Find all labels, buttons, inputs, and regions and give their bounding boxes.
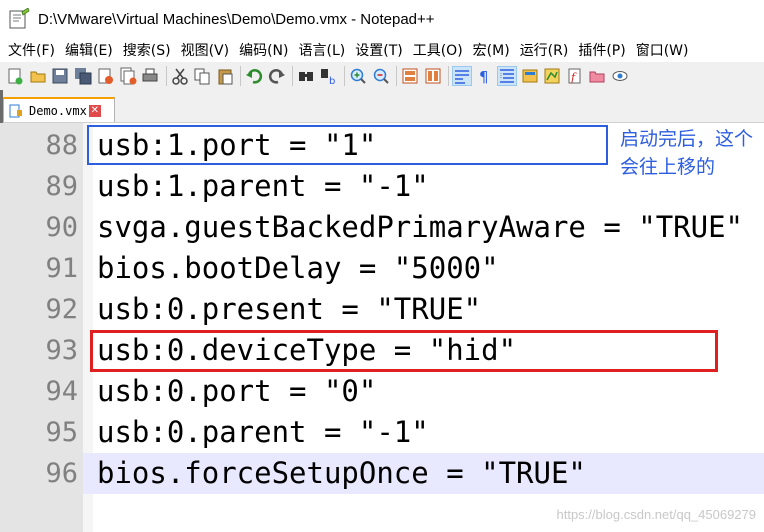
user-lang-icon[interactable] xyxy=(521,67,539,85)
indent-guide-icon[interactable] xyxy=(497,66,517,86)
menu-item[interactable]: 文件(F) xyxy=(8,40,55,60)
close-icon[interactable] xyxy=(96,67,114,85)
menu-bar: 文件(F) 编辑(E) 搜索(S) 视图(V) 编码(N) 语言(L) 设置(T) 工具(O)… xyxy=(0,38,764,62)
svg-text:¶: ¶ xyxy=(479,68,489,85)
window-title: D:\VMware\Virtual Machines\Demo\Demo.vmx… xyxy=(38,10,435,28)
menu-item[interactable]: 工具(O) xyxy=(413,40,463,60)
toolbar: b ¶ f xyxy=(0,62,764,90)
function-list-icon[interactable]: f xyxy=(566,67,584,85)
line-text: usb:1.parent = "-1" xyxy=(97,169,429,203)
tab-close-icon[interactable]: ✕ xyxy=(88,104,101,117)
menu-item[interactable]: 编辑(E) xyxy=(65,40,113,60)
print-icon[interactable] xyxy=(141,67,159,85)
highlight-box-blue xyxy=(87,125,608,165)
menu-item[interactable]: 编码(N) xyxy=(239,40,288,60)
close-all-icon[interactable] xyxy=(119,67,137,85)
save-all-icon[interactable] xyxy=(74,67,92,85)
tab-demo-vmx[interactable]: Demo.vmx ✕ xyxy=(3,97,115,122)
zoom-out-icon[interactable] xyxy=(372,67,390,85)
editor-line[interactable]: 92 usb:0.present = "TRUE" xyxy=(0,289,764,330)
notepad-plus-plus-icon xyxy=(9,8,30,29)
copy-icon[interactable] xyxy=(193,67,211,85)
menu-item[interactable]: 宏(M) xyxy=(473,40,510,60)
toolbar-separator xyxy=(448,66,449,86)
editor-line[interactable]: 94 usb:0.port = "0" xyxy=(0,371,764,412)
doc-map-icon[interactable] xyxy=(543,67,561,85)
find-icon[interactable] xyxy=(297,67,315,85)
show-all-chars-icon[interactable]: ¶ xyxy=(476,67,494,85)
menu-item[interactable]: 插件(P) xyxy=(578,40,625,60)
toolbar-separator xyxy=(165,66,167,86)
line-number: 88 xyxy=(45,130,78,161)
line-text: bios.bootDelay = "5000" xyxy=(97,251,499,285)
toolbar-separator xyxy=(396,66,397,86)
menu-item[interactable]: 运行(R) xyxy=(520,40,569,60)
line-text: bios.forceSetupOnce = "TRUE" xyxy=(97,456,586,490)
sync-horizontal-icon[interactable] xyxy=(424,67,442,85)
monitor-icon[interactable] xyxy=(611,67,629,85)
line-text: svga.guestBackedPrimaryAware = "TRUE" xyxy=(97,210,744,244)
line-number: 91 xyxy=(45,253,78,284)
title-bar: D:\VMware\Virtual Machines\Demo\Demo.vmx… xyxy=(0,0,764,38)
editor-line[interactable]: 95 usb:0.parent = "-1" xyxy=(0,412,764,453)
document-icon xyxy=(9,104,22,117)
line-text: usb:0.present = "TRUE" xyxy=(97,292,482,326)
line-text: usb:0.port = "0" xyxy=(97,374,377,408)
save-icon[interactable] xyxy=(51,67,69,85)
menu-item[interactable]: 搜索(S) xyxy=(123,40,171,60)
undo-icon[interactable] xyxy=(245,67,263,85)
word-wrap-icon[interactable] xyxy=(452,66,472,86)
tab-bar: Demo.vmx ✕ xyxy=(0,90,764,123)
sync-vertical-icon[interactable] xyxy=(401,67,419,85)
line-number: 94 xyxy=(45,376,78,407)
cut-icon[interactable] xyxy=(171,67,189,85)
folder-workspace-icon[interactable] xyxy=(588,67,606,85)
zoom-in-icon[interactable] xyxy=(349,67,367,85)
open-file-icon[interactable] xyxy=(29,67,47,85)
menu-item[interactable]: 视图(V) xyxy=(181,40,230,60)
editor-line[interactable]: 90 svga.guestBackedPrimaryAware = "TRUE" xyxy=(0,207,764,248)
watermark: https://blog.csdn.net/qq_45069279 xyxy=(556,507,757,522)
tab-label: Demo.vmx xyxy=(29,103,87,118)
highlight-box-red xyxy=(90,330,718,372)
new-file-icon[interactable] xyxy=(6,67,24,85)
menu-item[interactable]: 语言(L) xyxy=(299,40,346,60)
toolbar-separator xyxy=(292,66,293,86)
annotation-text: 启动完后，这个会往上移的 xyxy=(620,128,754,178)
toolbar-separator xyxy=(240,66,241,86)
editor-line[interactable]: 96 bios.forceSetupOnce = "TRUE" xyxy=(0,453,764,494)
line-number: 93 xyxy=(45,335,78,366)
redo-icon[interactable] xyxy=(268,67,286,85)
line-text: usb:0.parent = "-1" xyxy=(97,415,429,449)
menu-item[interactable]: 窗口(W) xyxy=(636,40,689,60)
menu-item[interactable]: 设置(T) xyxy=(355,40,402,60)
toolbar-separator xyxy=(344,66,345,86)
line-number: 92 xyxy=(45,294,78,325)
line-number: 95 xyxy=(45,417,78,448)
line-number: 90 xyxy=(45,212,78,243)
editor-line[interactable]: 91 bios.bootDelay = "5000" xyxy=(0,248,764,289)
line-number: 96 xyxy=(45,458,78,489)
editor-area[interactable]: 88 usb:1.port = "1" 89 usb:1.parent = "-1" 9… xyxy=(0,123,764,532)
paste-icon[interactable] xyxy=(216,67,234,85)
replace-icon[interactable]: b xyxy=(320,67,338,85)
svg-text:b: b xyxy=(329,76,335,85)
line-number: 89 xyxy=(45,171,78,202)
